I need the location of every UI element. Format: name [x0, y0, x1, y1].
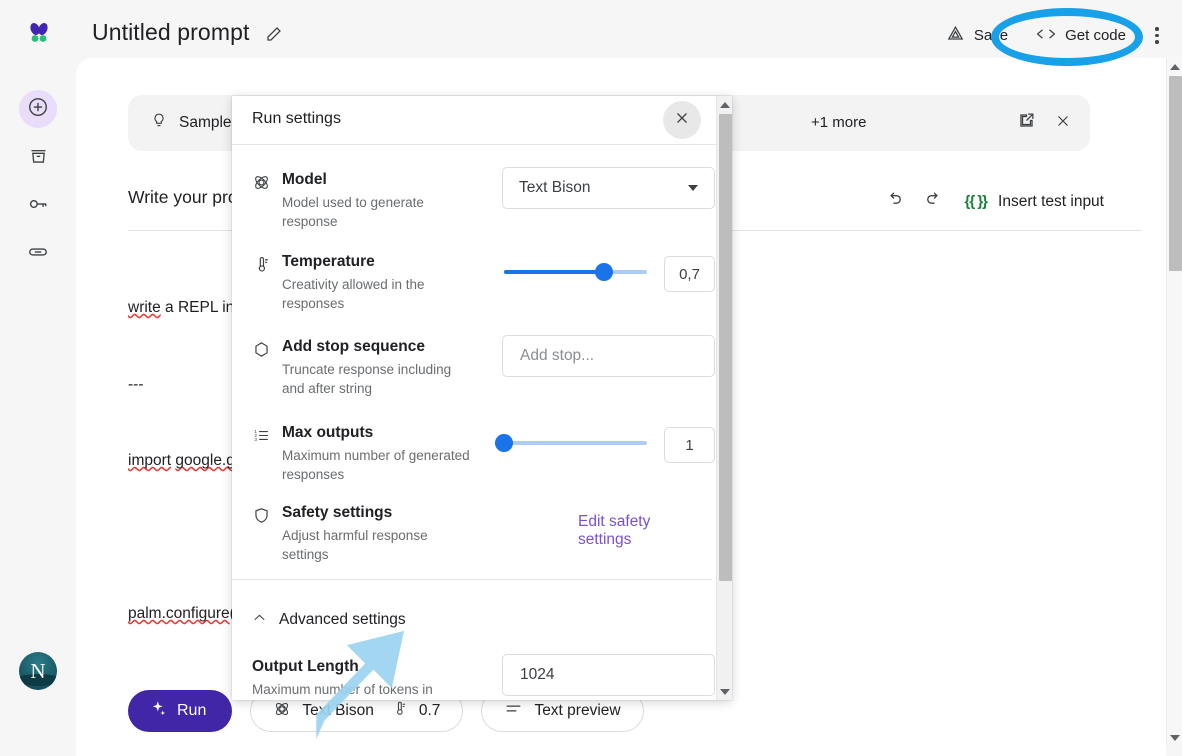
insert-test-input-label: Insert test input: [998, 192, 1104, 210]
thermometer-icon: [252, 255, 272, 275]
dialog-separator: [232, 579, 712, 580]
makersuite-logo-icon: [22, 18, 56, 52]
pill-temp-value: 0.7: [418, 702, 441, 719]
sidebar-item-library[interactable]: [19, 139, 57, 177]
setting-description: Adjust harmful response settings: [282, 528, 428, 562]
shield-icon: [252, 506, 272, 526]
pencil-icon[interactable]: [265, 25, 283, 43]
advanced-settings-toggle[interactable]: Advanced settings: [252, 610, 406, 630]
sidebar-item-create[interactable]: [19, 90, 57, 128]
slider-track: [504, 441, 647, 445]
model-select[interactable]: Text Bison: [502, 167, 715, 209]
close-icon: [673, 109, 691, 132]
stop-sequence-input[interactable]: Add stop...: [502, 335, 715, 377]
max-outputs-slider[interactable]: [495, 434, 647, 452]
sidebar-item-links[interactable]: [19, 235, 57, 273]
insert-test-input-button[interactable]: {{ }} Insert test input: [964, 193, 1104, 211]
text-preview-label: Text preview: [534, 702, 621, 719]
setting-title: Model: [282, 171, 327, 188]
top-actions: Save Get code: [932, 18, 1168, 53]
setting-description: Maximum number of generated responses: [282, 448, 470, 482]
triangle-up-icon[interactable]: [717, 96, 732, 113]
setting-title: Output Length: [252, 658, 359, 675]
dialog-scrollbar-thumb[interactable]: [719, 114, 732, 581]
triangle-down-icon[interactable]: [1167, 729, 1182, 746]
more-count-label: +1 more: [811, 114, 867, 131]
setting-title: Add stop sequence: [282, 338, 425, 355]
chevron-up-icon: [252, 610, 267, 630]
get-code-label: Get code: [1065, 27, 1126, 44]
svg-text:3: 3: [254, 437, 257, 443]
setting-description: Truncate response including and after st…: [282, 362, 452, 396]
save-drive-icon: [946, 24, 965, 47]
page-title: Untitled prompt: [92, 19, 250, 45]
slider-fill: [504, 270, 605, 274]
archive-icon: [28, 145, 49, 171]
close-icon[interactable]: [1054, 112, 1072, 135]
dialog-close-button[interactable]: [663, 101, 701, 139]
link-icon: [27, 241, 49, 268]
max-outputs-value[interactable]: 1: [664, 427, 715, 463]
page-scrollbar-thumb[interactable]: [1169, 76, 1182, 271]
undo-icon[interactable]: [884, 189, 904, 214]
braces-icon: {{ }}: [964, 193, 988, 210]
setting-title: Max outputs: [282, 424, 374, 441]
setting-description: Model used to generate response: [282, 195, 424, 229]
dialog-title: Run settings: [252, 110, 341, 127]
model-select-value: Text Bison: [519, 179, 591, 196]
slider-knob[interactable]: [495, 434, 513, 452]
slider-knob[interactable]: [595, 263, 614, 281]
hexagon-icon: [252, 340, 272, 360]
dialog-header: Run settings: [232, 96, 732, 145]
temperature-value[interactable]: 0,7: [664, 256, 715, 292]
run-settings-dialog: Run settings Model Model used to generat…: [232, 96, 732, 700]
setting-title: Safety settings: [282, 504, 393, 521]
lightbulb-icon: [150, 112, 168, 135]
setting-description: Creativity allowed in the responses: [282, 277, 425, 311]
kebab-menu-icon[interactable]: [1146, 19, 1168, 53]
plus-circle-icon: [27, 96, 49, 123]
lines-icon: [504, 699, 523, 723]
app-root: Untitled prompt Save Get code N Sample +…: [0, 0, 1182, 756]
setting-description: Maximum number of tokens in response: [252, 682, 433, 697]
pill-model-label: Text Bison: [302, 702, 374, 719]
output-length-input[interactable]: 1024: [502, 654, 715, 696]
chevron-down-icon: [688, 185, 698, 191]
avatar[interactable]: N: [19, 652, 57, 690]
numbered-list-icon: 1 2 3: [252, 426, 272, 446]
advanced-settings-label: Advanced settings: [279, 611, 406, 628]
sparkle-icon: [150, 700, 167, 722]
thermometer-icon: [391, 700, 408, 722]
save-label: Save: [973, 27, 1009, 44]
key-icon: [27, 193, 49, 220]
redo-icon[interactable]: [924, 189, 944, 214]
page-scrollbar[interactable]: [1166, 58, 1182, 746]
model-atom-icon: [273, 700, 291, 723]
triangle-down-icon[interactable]: [717, 683, 732, 700]
left-rail: N ›: [0, 58, 76, 756]
stop-sequence-placeholder: Add stop...: [520, 347, 595, 364]
edit-safety-settings-link[interactable]: Edit safety settings: [578, 513, 702, 549]
sidebar-item-api-key[interactable]: [19, 187, 57, 225]
avatar-initial: N: [30, 658, 46, 683]
run-button[interactable]: Run: [128, 690, 233, 732]
angle-brackets-icon: [1036, 26, 1056, 46]
open-in-new-icon[interactable]: [1017, 111, 1036, 135]
model-atom-icon: [252, 173, 272, 193]
editor-toolbar: {{ }} Insert test input: [884, 189, 1104, 214]
dialog-body: Model Model used to generate response Te…: [232, 145, 715, 700]
triangle-up-icon[interactable]: [1167, 58, 1182, 75]
run-label: Run: [177, 702, 207, 719]
setting-title: Temperature: [282, 253, 375, 270]
save-button[interactable]: Save: [932, 18, 1022, 53]
temperature-slider[interactable]: [504, 263, 647, 281]
get-code-button[interactable]: Get code: [1022, 20, 1140, 52]
output-length-value: 1024: [520, 666, 555, 683]
chipbar-actions: [1017, 95, 1072, 151]
dialog-scrollbar[interactable]: [716, 96, 732, 700]
